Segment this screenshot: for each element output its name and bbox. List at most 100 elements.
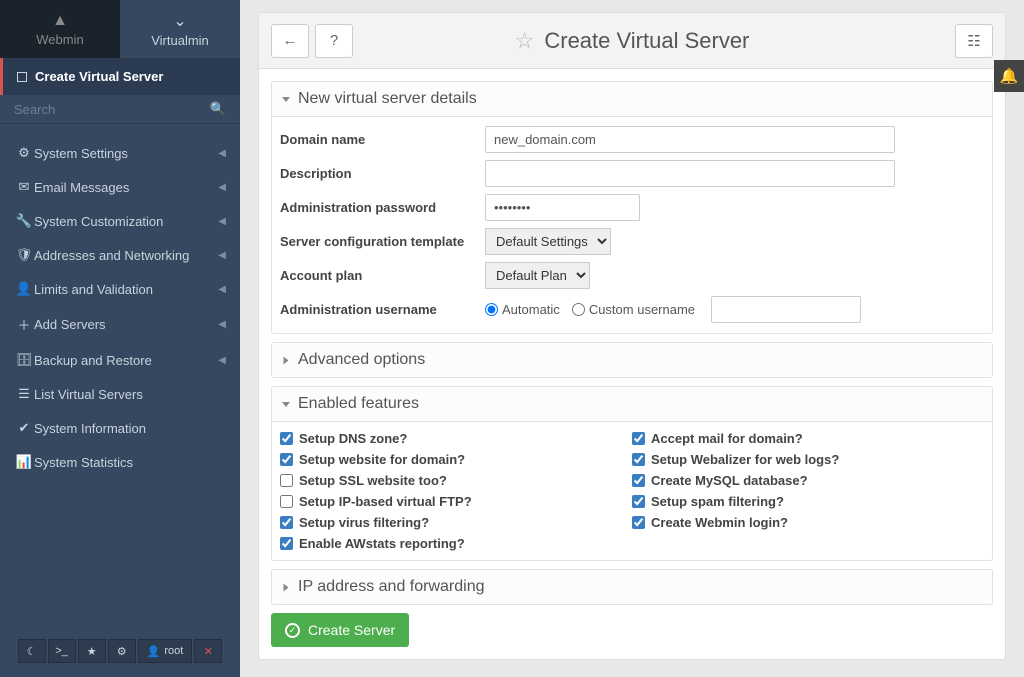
section-advanced-header[interactable]: Advanced options: [272, 343, 992, 377]
feature-label: Setup SSL website too?: [299, 473, 447, 488]
feature-label: Accept mail for domain?: [651, 431, 803, 446]
feature-item[interactable]: Setup Webalizer for web logs?: [632, 449, 984, 470]
favorite-button[interactable]: ★: [78, 639, 106, 663]
feature-item[interactable]: Setup website for domain?: [280, 449, 632, 470]
section-advanced: Advanced options: [271, 342, 993, 378]
chevron-left-icon: ◀: [218, 148, 226, 159]
feature-label: Setup website for domain?: [299, 452, 465, 467]
sidebar-item[interactable]: 🔧System Customization◀: [0, 204, 240, 238]
notifications-tab[interactable]: 🔔: [994, 60, 1024, 92]
feature-label: Setup DNS zone?: [299, 431, 407, 446]
feature-label: Create Webmin login?: [651, 515, 788, 530]
menu-icon: ✔: [14, 420, 34, 436]
sidebar-item[interactable]: ✔System Information: [0, 411, 240, 445]
back-button[interactable]: ←: [271, 24, 309, 58]
filter-button[interactable]: ☷: [955, 24, 993, 58]
feature-checkbox[interactable]: [632, 474, 645, 487]
desc-label: Description: [280, 166, 485, 181]
pw-label: Administration password: [280, 200, 485, 215]
sidebar-item[interactable]: 🗄Backup and Restore◀: [0, 343, 240, 377]
user-label: root: [164, 645, 183, 657]
terminal-button[interactable]: >_: [48, 639, 76, 663]
feature-checkbox[interactable]: [280, 495, 293, 508]
settings-button[interactable]: ⚙: [108, 639, 136, 663]
feature-item[interactable]: Setup IP-based virtual FTP?: [280, 491, 632, 512]
section-features-header[interactable]: Enabled features: [272, 387, 992, 422]
feature-checkbox[interactable]: [632, 495, 645, 508]
bell-icon: 🔔: [1000, 67, 1019, 85]
feature-checkbox[interactable]: [632, 516, 645, 529]
button-label: Create Server: [308, 622, 395, 638]
current-page-label: Create Virtual Server: [35, 69, 163, 84]
feature-checkbox[interactable]: [280, 432, 293, 445]
night-mode-button[interactable]: ☾: [18, 639, 46, 663]
caret-down-icon: [282, 402, 290, 407]
feature-checkbox[interactable]: [632, 453, 645, 466]
search-input[interactable]: [14, 102, 210, 117]
tab-webmin[interactable]: ▲ Webmin: [0, 0, 120, 58]
feature-item[interactable]: Enable AWstats reporting?: [280, 533, 632, 554]
top-tabs: ▲ Webmin ⌄ Virtualmin: [0, 0, 240, 58]
star-icon[interactable]: ☆: [515, 28, 535, 54]
menu-icon: ☰: [14, 386, 34, 402]
feature-item[interactable]: Setup DNS zone?: [280, 428, 632, 449]
feature-checkbox[interactable]: [280, 453, 293, 466]
custom-username-input[interactable]: [711, 296, 861, 323]
feature-label: Create MySQL database?: [651, 473, 808, 488]
section-title: IP address and forwarding: [298, 578, 484, 596]
sidebar-item[interactable]: 🛡Addresses and Networking◀: [0, 238, 240, 272]
feature-item[interactable]: Setup spam filtering?: [632, 491, 984, 512]
create-server-button[interactable]: ✓ Create Server: [271, 613, 409, 647]
user-custom-option[interactable]: Custom username: [572, 302, 695, 317]
template-select[interactable]: Default Settings: [485, 228, 611, 255]
features-col-right: Accept mail for domain? Setup Webalizer f…: [632, 428, 984, 554]
feature-item[interactable]: Setup SSL website too?: [280, 470, 632, 491]
chevron-left-icon: ◀: [218, 216, 226, 227]
domain-input[interactable]: [485, 126, 895, 153]
user-auto-option[interactable]: Automatic: [485, 302, 560, 317]
section-features: Enabled features Setup DNS zone? Setup we…: [271, 386, 993, 561]
feature-item[interactable]: Accept mail for domain?: [632, 428, 984, 449]
feature-item[interactable]: Setup virus filtering?: [280, 512, 632, 533]
caret-down-icon: [282, 97, 290, 102]
tab-virtualmin[interactable]: ⌄ Virtualmin: [120, 0, 240, 58]
feature-checkbox[interactable]: [280, 537, 293, 550]
section-details-header[interactable]: New virtual server details: [272, 82, 992, 117]
feature-checkbox[interactable]: [280, 516, 293, 529]
features-col-left: Setup DNS zone? Setup website for domain?…: [280, 428, 632, 554]
sidebar-item[interactable]: ☰List Virtual Servers: [0, 377, 240, 411]
menu-label: Limits and Validation: [34, 282, 218, 297]
feature-item[interactable]: Create Webmin login?: [632, 512, 984, 533]
password-input[interactable]: [485, 194, 640, 221]
feature-item[interactable]: Create MySQL database?: [632, 470, 984, 491]
user-auto-radio[interactable]: [485, 303, 498, 316]
sidebar-current-page[interactable]: Create Virtual Server: [0, 58, 240, 95]
sidebar-item[interactable]: 👤Limits and Validation◀: [0, 272, 240, 306]
search-icon[interactable]: 🔍: [210, 101, 226, 117]
user-button[interactable]: 👤 root: [138, 639, 193, 663]
sidebar-item[interactable]: 📊System Statistics: [0, 445, 240, 479]
section-ip-header[interactable]: IP address and forwarding: [272, 570, 992, 604]
content-area: ← ? ☆ Create Virtual Server ☷ New virtua…: [240, 0, 1024, 677]
page-title: Create Virtual Server: [544, 28, 749, 54]
menu-label: Addresses and Networking: [34, 248, 218, 263]
main-panel: ← ? ☆ Create Virtual Server ☷ New virtua…: [258, 12, 1006, 660]
domain-label: Domain name: [280, 132, 485, 147]
desc-input[interactable]: [485, 160, 895, 187]
sidebar-item[interactable]: ⚙System Settings◀: [0, 136, 240, 170]
help-button[interactable]: ?: [315, 24, 353, 58]
sliders-icon: ☷: [967, 32, 980, 50]
feature-checkbox[interactable]: [632, 432, 645, 445]
plan-select[interactable]: Default Plan: [485, 262, 590, 289]
feature-checkbox[interactable]: [280, 474, 293, 487]
user-label: Administration username: [280, 302, 485, 317]
logout-button[interactable]: ✕: [194, 639, 222, 663]
menu-label: System Statistics: [34, 455, 226, 470]
sidebar-item[interactable]: ✉Email Messages◀: [0, 170, 240, 204]
caret-right-icon: [284, 583, 289, 591]
user-custom-radio[interactable]: [572, 303, 585, 316]
chevron-left-icon: ◀: [218, 182, 226, 193]
section-ip: IP address and forwarding: [271, 569, 993, 605]
plan-label: Account plan: [280, 268, 485, 283]
sidebar-item[interactable]: ＋Add Servers◀: [0, 306, 240, 343]
